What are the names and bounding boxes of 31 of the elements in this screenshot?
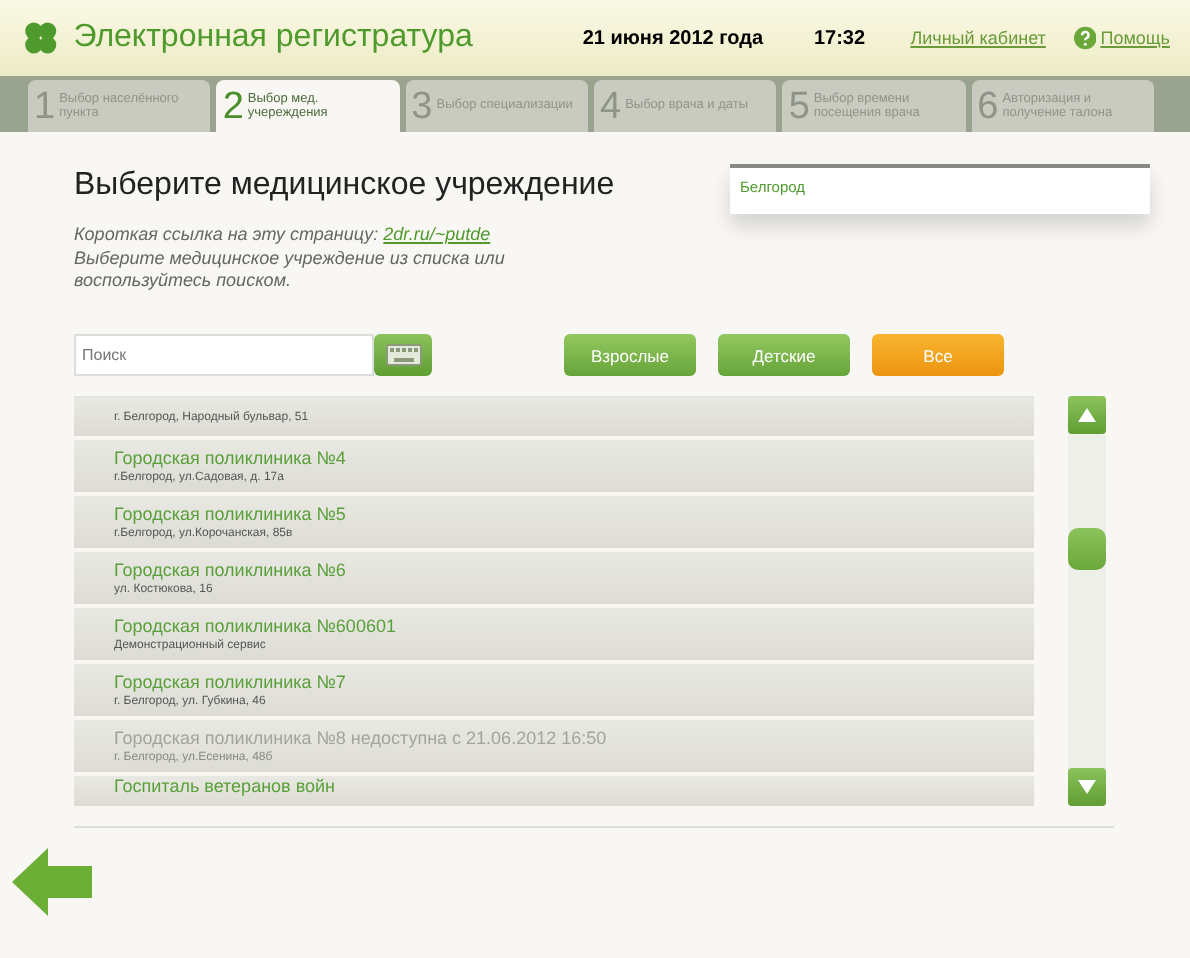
clover-logo-icon [20, 16, 62, 60]
date-text: 21 июня 2012 года [582, 27, 766, 49]
clinic-name: Городская поликлиника №7 [114, 672, 348, 695]
page-heading: Выберите медицинское учреждение [74, 168, 615, 204]
clinic-name: Городская поликлиника №4 [114, 448, 348, 471]
down-triangle-icon [1078, 780, 1096, 795]
scroll-up-button[interactable] [1068, 396, 1106, 435]
site-title: Электронная регистратура [73, 20, 475, 56]
scroll-thumb[interactable] [1068, 528, 1106, 571]
clinic-name: Городская поликлиника №8 недоступна с 21.06.2012 16:50 [114, 728, 609, 751]
clinic-name: Городская поликлиника №5 [114, 504, 348, 527]
help-icon [1073, 26, 1097, 50]
clinic-row[interactable]: Госпиталь ветеранов войн [74, 776, 1034, 807]
scroll-down-button[interactable] [1068, 768, 1106, 807]
search-field[interactable]: Поиск [74, 334, 374, 377]
up-triangle-icon [1078, 408, 1096, 423]
clinic-name: Госпиталь ветеранов войн [114, 776, 338, 800]
clinic-name: Городская поликлиника №6 [114, 560, 348, 583]
short-link-label: Короткая ссылка на эту страницу: [74, 224, 379, 244]
account-link[interactable]: Личный кабинет [910, 28, 1046, 48]
short-link[interactable]: 2dr.ru/~putde [383, 224, 491, 244]
keyboard-icon [385, 344, 421, 367]
help-link[interactable]: Помощь [1100, 28, 1170, 48]
time-text: 17:32 [813, 27, 868, 49]
filter-button[interactable]: Все [872, 334, 1004, 377]
filter-button[interactable]: Взрослые [564, 334, 696, 377]
keyboard-button[interactable] [374, 334, 432, 377]
clinic-name: Городская поликлиника №600601 [114, 616, 398, 639]
hint-text: Выберите медицинское учреждение из списка или воспользуйтесь поиском. [74, 247, 507, 295]
back-arrow-icon[interactable] [12, 848, 92, 917]
filter-button[interactable]: Детские [718, 334, 850, 377]
